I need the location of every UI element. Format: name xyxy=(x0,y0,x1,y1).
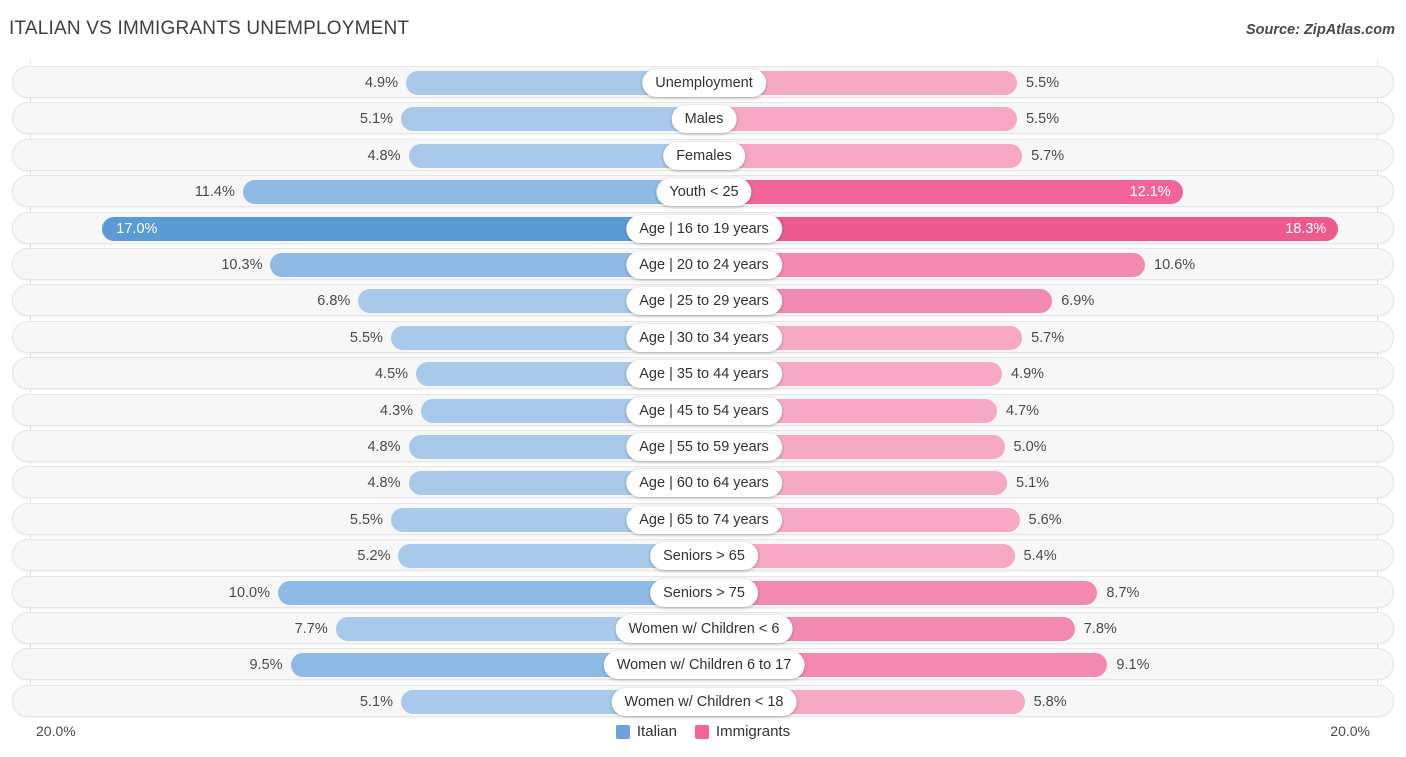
category-label[interactable]: Males xyxy=(671,105,737,134)
category-label[interactable]: Age | 16 to 19 years xyxy=(626,214,782,243)
value-label-italian: 4.5% xyxy=(374,366,409,383)
category-label[interactable]: Women w/ Children 6 to 17 xyxy=(603,651,805,680)
value-label-italian: 4.8% xyxy=(367,475,401,492)
bar-italian[interactable] xyxy=(242,180,704,205)
value-label-immigrants: 8.7% xyxy=(1106,584,1140,601)
table-row: 7.7% 7.8% Women w/ Children < 6 xyxy=(12,612,1394,644)
category-label[interactable]: Youth < 25 xyxy=(656,178,752,207)
table-row: 4.8% 5.1% Age | 60 to 64 years xyxy=(12,466,1394,499)
page-title: ITALIAN VS IMMIGRANTS UNEMPLOYMENT xyxy=(9,18,410,39)
category-label[interactable]: Women w/ Children < 18 xyxy=(611,687,797,716)
bar-italian[interactable] xyxy=(408,143,704,168)
bar-immigrants[interactable] xyxy=(704,143,1023,168)
value-label-immigrants: 5.4% xyxy=(1023,548,1057,565)
category-label[interactable]: Seniors > 75 xyxy=(650,578,758,607)
value-label-immigrants: 5.5% xyxy=(1026,75,1060,91)
table-row: 5.5% 5.7% Age | 30 to 34 years xyxy=(12,320,1394,353)
value-label-italian: 4.3% xyxy=(380,402,414,419)
chart-plot-area: 4.9% 5.5% Unemployment 5.1% 5.5% Males 4.8% 5.7… xyxy=(0,60,1406,720)
legend-swatch-immigrants xyxy=(694,724,709,739)
value-label-immigrants: 9.1% xyxy=(1116,657,1150,674)
value-label-immigrants: 5.7% xyxy=(1031,329,1065,346)
legend-item-immigrants[interactable]: Immigrants xyxy=(694,723,791,740)
value-label-immigrants: 5.5% xyxy=(1026,111,1060,128)
category-label[interactable]: Seniors > 65 xyxy=(650,542,758,571)
bar-italian[interactable] xyxy=(102,216,704,241)
category-label[interactable]: Age | 35 to 44 years xyxy=(626,360,782,389)
bar-immigrants[interactable] xyxy=(704,107,1018,132)
category-label[interactable]: Age | 65 to 74 years xyxy=(626,505,782,534)
table-row: 5.1% 5.8% Women w/ Children < 18 xyxy=(12,684,1394,717)
value-label-immigrants: 12.1% xyxy=(1129,184,1171,201)
category-label[interactable]: Women w/ Children < 6 xyxy=(615,615,793,643)
bar-immigrants[interactable] xyxy=(704,216,1339,241)
value-label-italian: 5.5% xyxy=(349,329,383,346)
legend-label-immigrants: Immigrants xyxy=(715,723,791,740)
bar-italian[interactable] xyxy=(278,580,704,605)
value-label-italian: 6.8% xyxy=(317,293,351,310)
value-label-italian: 5.1% xyxy=(359,111,393,128)
category-label[interactable]: Unemployment xyxy=(642,69,766,97)
table-row: 4.5% 4.9% Age | 35 to 44 years xyxy=(12,357,1394,390)
table-row: 11.4% 12.1% Youth < 25 xyxy=(12,175,1394,208)
legend-item-italian[interactable]: Italian xyxy=(615,723,677,740)
category-label[interactable]: Age | 45 to 54 years xyxy=(626,396,782,425)
value-label-immigrants: 5.0% xyxy=(1013,439,1047,455)
value-label-italian: 9.5% xyxy=(249,657,283,674)
value-label-italian: 4.9% xyxy=(364,75,398,91)
category-label[interactable]: Age | 60 to 64 years xyxy=(626,469,782,498)
legend-swatch-italian xyxy=(615,724,630,739)
table-row: 4.9% 5.5% Unemployment xyxy=(12,66,1394,98)
value-label-immigrants: 5.6% xyxy=(1028,511,1062,528)
category-label[interactable]: Age | 30 to 34 years xyxy=(626,323,782,352)
legend-label-italian: Italian xyxy=(636,723,677,740)
table-row: 5.2% 5.4% Seniors > 65 xyxy=(12,539,1394,572)
category-label[interactable]: Females xyxy=(663,141,745,170)
category-label[interactable]: Age | 55 to 59 years xyxy=(626,433,782,461)
value-label-immigrants: 4.9% xyxy=(1010,366,1045,383)
value-label-italian: 5.5% xyxy=(349,511,383,528)
table-row: 9.5% 9.1% Women w/ Children 6 to 17 xyxy=(12,648,1394,681)
table-row: 17.0% 18.3% Age | 16 to 19 years xyxy=(12,211,1394,244)
value-label-immigrants: 4.7% xyxy=(1005,402,1040,419)
value-label-italian: 17.0% xyxy=(116,220,158,237)
value-label-immigrants: 6.9% xyxy=(1061,293,1095,310)
value-label-italian: 7.7% xyxy=(294,621,328,637)
value-label-immigrants: 7.8% xyxy=(1083,621,1117,637)
chart-legend: Italian Immigrants xyxy=(0,723,1406,740)
table-row: 4.3% 4.7% Age | 45 to 54 years xyxy=(12,393,1394,426)
table-row: 10.0% 8.7% Seniors > 75 xyxy=(12,575,1394,608)
value-label-immigrants: 10.6% xyxy=(1154,257,1196,273)
value-label-italian: 11.4% xyxy=(194,184,235,201)
value-label-italian: 4.8% xyxy=(367,147,401,164)
table-row: 4.8% 5.0% Age | 55 to 59 years xyxy=(12,430,1394,462)
value-label-immigrants: 5.8% xyxy=(1033,693,1067,710)
value-label-immigrants: 18.3% xyxy=(1285,220,1327,237)
value-label-italian: 5.2% xyxy=(357,548,391,565)
bar-immigrants[interactable] xyxy=(704,180,1183,205)
table-row: 5.1% 5.5% Males xyxy=(12,102,1394,135)
value-label-italian: 10.3% xyxy=(221,257,263,273)
category-label[interactable]: Age | 25 to 29 years xyxy=(626,287,782,316)
bar-immigrants[interactable] xyxy=(704,580,1098,605)
bar-italian[interactable] xyxy=(400,107,704,132)
table-row: 4.8% 5.7% Females xyxy=(12,138,1394,171)
table-row: 5.5% 5.6% Age | 65 to 74 years xyxy=(12,502,1394,535)
source-attribution: Source: ZipAtlas.com xyxy=(1245,22,1395,38)
value-label-italian: 10.0% xyxy=(228,584,270,601)
value-label-immigrants: 5.7% xyxy=(1031,147,1065,164)
value-label-italian: 5.1% xyxy=(359,693,393,710)
table-row: 10.3% 10.6% Age | 20 to 24 years xyxy=(12,248,1394,280)
value-label-italian: 4.8% xyxy=(367,439,401,455)
table-row: 6.8% 6.9% Age | 25 to 29 years xyxy=(12,284,1394,317)
category-label[interactable]: Age | 20 to 24 years xyxy=(626,251,782,279)
value-label-immigrants: 5.1% xyxy=(1016,475,1050,492)
